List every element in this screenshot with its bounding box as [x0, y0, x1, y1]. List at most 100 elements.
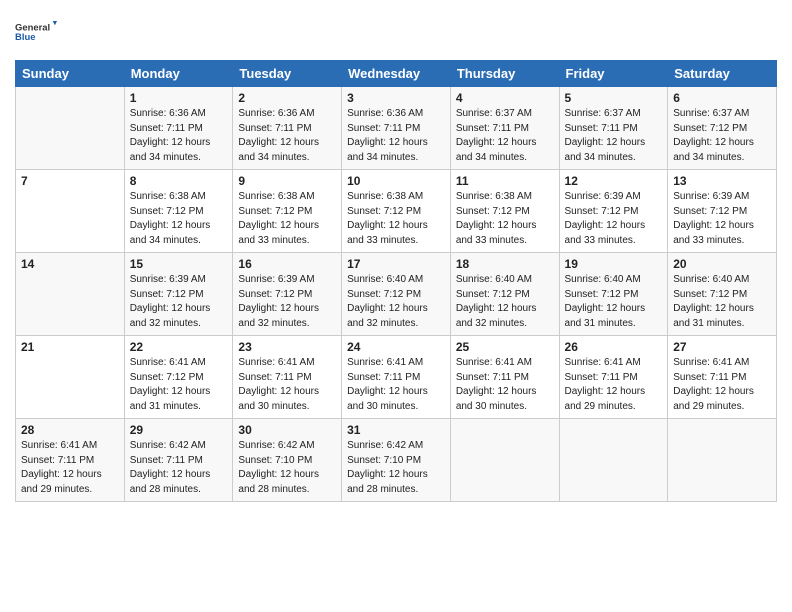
calendar-cell: 10 Sunrise: 6:38 AM Sunset: 7:12 PM Dayli… [342, 170, 451, 253]
day-info: Sunrise: 6:41 AM Sunset: 7:11 PM Dayligh… [565, 356, 663, 414]
header: General Blue [15, 10, 777, 52]
day-number: 24 [347, 340, 445, 354]
day-info: Sunrise: 6:40 AM Sunset: 7:12 PM Dayligh… [673, 273, 771, 331]
calendar-cell: 22Sunrise: 6:41 AM Sunset: 7:12 PM Dayli… [124, 336, 233, 419]
calendar-cell: 3 Sunrise: 6:36 AM Sunset: 7:11 PM Daylig… [342, 87, 451, 170]
day-info: Sunrise: 6:38 AM Sunset: 7:12 PM Dayligh… [130, 190, 228, 248]
day-number: 7 [21, 174, 119, 188]
day-number: 23 [238, 340, 336, 354]
calendar-cell: 7 [16, 170, 125, 253]
calendar-cell: 17 Sunrise: 6:40 AM Sunset: 7:12 PM Dayli… [342, 253, 451, 336]
calendar-cell: 1 Sunrise: 6:36 AM Sunset: 7:11 PM Daylig… [124, 87, 233, 170]
calendar-cell: 30 Sunrise: 6:42 AM Sunset: 7:10 PM Dayli… [233, 419, 342, 502]
calendar-cell: 21 [16, 336, 125, 419]
calendar-cell: 20 Sunrise: 6:40 AM Sunset: 7:12 PM Dayli… [668, 253, 777, 336]
calendar-table: SundayMondayTuesdayWednesdayThursdayFrid… [15, 60, 777, 502]
day-info: Sunrise: 6:40 AM Sunset: 7:12 PM Dayligh… [565, 273, 663, 331]
calendar-cell [450, 419, 559, 502]
day-number: 5 [565, 91, 663, 105]
calendar-cell: 19 Sunrise: 6:40 AM Sunset: 7:12 PM Dayli… [559, 253, 668, 336]
logo: General Blue [15, 10, 57, 52]
day-info: Sunrise: 6:37 AM Sunset: 7:11 PM Dayligh… [456, 107, 554, 165]
calendar-week-row: 2122Sunrise: 6:41 AM Sunset: 7:12 PM Day… [16, 336, 777, 419]
day-number: 10 [347, 174, 445, 188]
calendar-cell: 12Sunrise: 6:39 AM Sunset: 7:12 PM Dayli… [559, 170, 668, 253]
day-of-week-header: Wednesday [342, 61, 451, 87]
calendar-cell: 29Sunrise: 6:42 AM Sunset: 7:11 PM Dayli… [124, 419, 233, 502]
svg-text:Blue: Blue [15, 32, 35, 43]
day-info: Sunrise: 6:38 AM Sunset: 7:12 PM Dayligh… [347, 190, 445, 248]
calendar-week-row: 78 Sunrise: 6:38 AM Sunset: 7:12 PM Dayli… [16, 170, 777, 253]
calendar-cell [668, 419, 777, 502]
day-info: Sunrise: 6:39 AM Sunset: 7:12 PM Dayligh… [238, 273, 336, 331]
day-info: Sunrise: 6:42 AM Sunset: 7:10 PM Dayligh… [238, 439, 336, 497]
day-number: 27 [673, 340, 771, 354]
day-number: 9 [238, 174, 336, 188]
day-info: Sunrise: 6:42 AM Sunset: 7:10 PM Dayligh… [347, 439, 445, 497]
day-number: 14 [21, 257, 119, 271]
day-number: 11 [456, 174, 554, 188]
calendar-cell: 13Sunrise: 6:39 AM Sunset: 7:12 PM Dayli… [668, 170, 777, 253]
day-info: Sunrise: 6:39 AM Sunset: 7:12 PM Dayligh… [130, 273, 228, 331]
calendar-body: 1 Sunrise: 6:36 AM Sunset: 7:11 PM Daylig… [16, 87, 777, 502]
day-of-week-header: Saturday [668, 61, 777, 87]
calendar-cell: 26 Sunrise: 6:41 AM Sunset: 7:11 PM Dayli… [559, 336, 668, 419]
calendar-cell: 2 Sunrise: 6:36 AM Sunset: 7:11 PM Daylig… [233, 87, 342, 170]
calendar-cell: 11Sunrise: 6:38 AM Sunset: 7:12 PM Dayli… [450, 170, 559, 253]
day-info: Sunrise: 6:41 AM Sunset: 7:11 PM Dayligh… [21, 439, 119, 497]
day-number: 16 [238, 257, 336, 271]
day-info: Sunrise: 6:36 AM Sunset: 7:11 PM Dayligh… [347, 107, 445, 165]
day-number: 29 [130, 423, 228, 437]
calendar-cell: 25 Sunrise: 6:41 AM Sunset: 7:11 PM Dayli… [450, 336, 559, 419]
calendar-cell: 31 Sunrise: 6:42 AM Sunset: 7:10 PM Dayli… [342, 419, 451, 502]
day-number: 6 [673, 91, 771, 105]
day-number: 18 [456, 257, 554, 271]
calendar-week-row: 14 15 Sunrise: 6:39 AM Sunset: 7:12 PM Day… [16, 253, 777, 336]
day-info: Sunrise: 6:39 AM Sunset: 7:12 PM Dayligh… [673, 190, 771, 248]
day-info: Sunrise: 6:40 AM Sunset: 7:12 PM Dayligh… [347, 273, 445, 331]
day-info: Sunrise: 6:40 AM Sunset: 7:12 PM Dayligh… [456, 273, 554, 331]
calendar-cell: 6Sunrise: 6:37 AM Sunset: 7:12 PM Daylig… [668, 87, 777, 170]
day-of-week-header: Sunday [16, 61, 125, 87]
day-number: 17 [347, 257, 445, 271]
day-of-week-header: Thursday [450, 61, 559, 87]
day-info: Sunrise: 6:36 AM Sunset: 7:11 PM Dayligh… [238, 107, 336, 165]
day-info: Sunrise: 6:41 AM Sunset: 7:11 PM Dayligh… [673, 356, 771, 414]
calendar-cell: 15 Sunrise: 6:39 AM Sunset: 7:12 PM Dayli… [124, 253, 233, 336]
day-of-week-header: Friday [559, 61, 668, 87]
day-info: Sunrise: 6:36 AM Sunset: 7:11 PM Dayligh… [130, 107, 228, 165]
calendar-cell: 23 Sunrise: 6:41 AM Sunset: 7:11 PM Dayli… [233, 336, 342, 419]
day-info: Sunrise: 6:41 AM Sunset: 7:11 PM Dayligh… [456, 356, 554, 414]
calendar-cell: 14 [16, 253, 125, 336]
calendar-cell: 24 Sunrise: 6:41 AM Sunset: 7:11 PM Dayli… [342, 336, 451, 419]
calendar-cell: 4 Sunrise: 6:37 AM Sunset: 7:11 PM Daylig… [450, 87, 559, 170]
day-of-week-header: Monday [124, 61, 233, 87]
day-info: Sunrise: 6:37 AM Sunset: 7:11 PM Dayligh… [565, 107, 663, 165]
day-number: 31 [347, 423, 445, 437]
calendar-cell: 28 Sunrise: 6:41 AM Sunset: 7:11 PM Dayli… [16, 419, 125, 502]
day-info: Sunrise: 6:41 AM Sunset: 7:11 PM Dayligh… [238, 356, 336, 414]
day-number: 30 [238, 423, 336, 437]
day-number: 12 [565, 174, 663, 188]
calendar-cell [16, 87, 125, 170]
main-container: General Blue SundayMondayTuesdayWednesda… [0, 0, 792, 512]
day-number: 8 [130, 174, 228, 188]
day-number: 20 [673, 257, 771, 271]
logo-svg: General Blue [15, 10, 57, 52]
day-of-week-header: Tuesday [233, 61, 342, 87]
calendar-week-row: 28 Sunrise: 6:41 AM Sunset: 7:11 PM Dayli… [16, 419, 777, 502]
day-number: 26 [565, 340, 663, 354]
calendar-header-row: SundayMondayTuesdayWednesdayThursdayFrid… [16, 61, 777, 87]
day-number: 1 [130, 91, 228, 105]
day-number: 15 [130, 257, 228, 271]
calendar-cell: 16 Sunrise: 6:39 AM Sunset: 7:12 PM Dayli… [233, 253, 342, 336]
calendar-cell: 8 Sunrise: 6:38 AM Sunset: 7:12 PM Daylig… [124, 170, 233, 253]
day-number: 25 [456, 340, 554, 354]
day-number: 3 [347, 91, 445, 105]
calendar-cell: 5 Sunrise: 6:37 AM Sunset: 7:11 PM Daylig… [559, 87, 668, 170]
day-number: 4 [456, 91, 554, 105]
day-number: 19 [565, 257, 663, 271]
day-number: 2 [238, 91, 336, 105]
day-info: Sunrise: 6:41 AM Sunset: 7:11 PM Dayligh… [347, 356, 445, 414]
day-number: 28 [21, 423, 119, 437]
